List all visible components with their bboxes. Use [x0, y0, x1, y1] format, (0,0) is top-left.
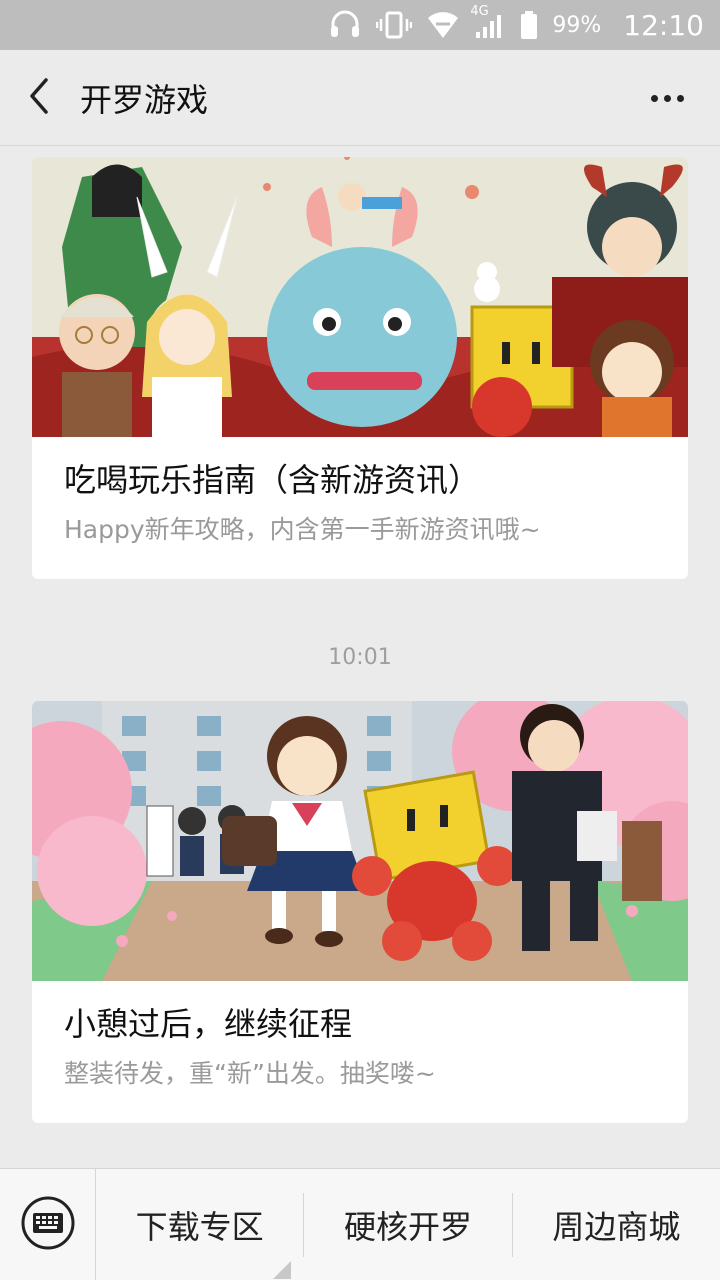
message-timestamp: 10:01: [328, 645, 392, 670]
article-title: 小憩过后，继续征程: [64, 1005, 353, 1043]
keyboard-toggle-button[interactable]: [0, 1168, 96, 1280]
more-button[interactable]: [642, 78, 692, 118]
article-cover-image: [32, 157, 688, 437]
more-dot: [650, 94, 658, 102]
article-card[interactable]: 吃喝玩乐指南（含新游资讯） Happy新年攻略，内含第一手新游资讯哦~: [32, 157, 688, 579]
vibrate-icon: [376, 10, 413, 40]
article-cover-image: [32, 701, 688, 981]
article-subtitle: Happy新年攻略，内含第一手新游资讯哦~: [64, 515, 541, 544]
submenu-indicator-icon: [273, 1260, 292, 1279]
status-bar: 4G 99% 12:10: [0, 0, 720, 50]
article-body: 小憩过后，继续征程 整装待发，重“新”出发。抽奖喽~: [32, 981, 688, 1095]
back-arrow-icon: [26, 76, 52, 120]
battery-icon: [520, 10, 538, 40]
signal-icon: 4G: [470, 4, 506, 40]
article-title: 吃喝玩乐指南（含新游资讯）: [64, 461, 481, 499]
article-card[interactable]: 小憩过后，继续征程 整装待发，重“新”出发。抽奖喽~: [32, 701, 688, 1123]
bottom-menu-bar: 下载专区 硬核开罗 周边商城: [0, 1168, 720, 1280]
battery-percentage: 99%: [552, 12, 602, 38]
article-body: 吃喝玩乐指南（含新游资讯） Happy新年攻略，内含第一手新游资讯哦~: [32, 437, 688, 551]
clock: 12:10: [623, 8, 704, 42]
network-type: 4G: [470, 4, 489, 19]
keyboard-icon: [20, 1195, 76, 1255]
menu-item-label: 硬核开罗: [343, 1207, 472, 1246]
back-button[interactable]: [0, 50, 78, 146]
title-bar: 开罗游戏: [0, 50, 720, 146]
menu-item-download[interactable]: 下载专区: [96, 1193, 303, 1279]
page-title: 开罗游戏: [80, 80, 209, 119]
menu-item-hardcore[interactable]: 硬核开罗: [303, 1192, 511, 1257]
message-feed[interactable]: 吃喝玩乐指南（含新游资讯） Happy新年攻略，内含第一手新游资讯哦~ 10:0…: [0, 147, 720, 1167]
more-dot: [676, 94, 684, 102]
article-subtitle: 整装待发，重“新”出发。抽奖喽~: [64, 1059, 436, 1088]
menu-item-label: 下载专区: [135, 1207, 264, 1246]
menu-item-label: 周边商城: [552, 1207, 681, 1246]
more-dot: [663, 94, 671, 102]
headset-icon: [328, 10, 362, 40]
menu-item-shop[interactable]: 周边商城: [511, 1192, 720, 1257]
wifi-icon: [426, 10, 460, 40]
